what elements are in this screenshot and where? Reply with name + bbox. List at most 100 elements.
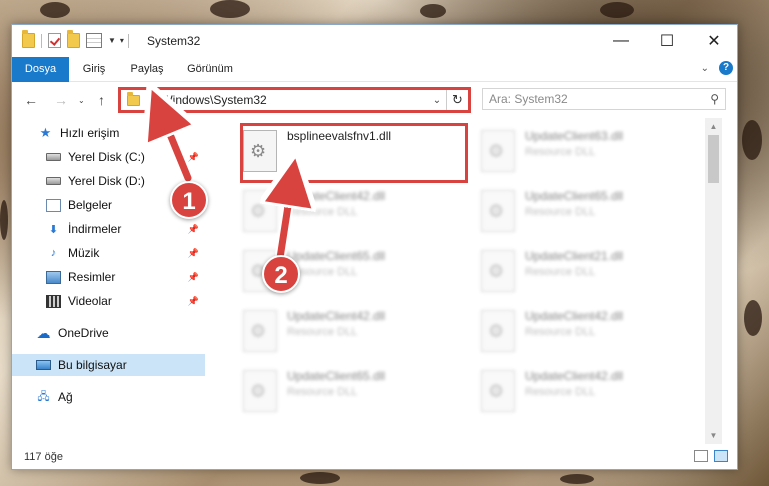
up-button[interactable]: ↑ <box>98 92 105 108</box>
sidebar-item-downloads[interactable]: ⬇ İndirmeler 📌 <box>12 218 205 240</box>
download-icon: ⬇ <box>48 223 59 236</box>
search-icon[interactable]: ⚲ <box>710 92 719 106</box>
status-bar: 117 öğe <box>12 444 737 470</box>
file-item[interactable]: UpdateClient42.dll Resource DLL <box>475 304 705 360</box>
sidebar-item-pictures[interactable]: Resimler 📌 <box>12 266 205 288</box>
computer-icon <box>36 360 51 370</box>
file-type: Resource DLL <box>525 386 596 398</box>
sidebar-item-label: Resimler <box>68 270 116 284</box>
explorer-window: ▼ ▾ System32 — ☐ ✕ Dosya Giriş Paylaş Gö… <box>11 24 738 470</box>
properties-check-icon[interactable] <box>48 33 61 48</box>
file-name: UpdateClient65.dll <box>525 189 624 203</box>
file-item[interactable]: UpdateClient42.dll Resource DLL <box>237 304 467 360</box>
file-name: UpdateClient42.dll <box>287 309 386 323</box>
ribbon-controls: ⌄ ? <box>701 61 733 75</box>
recent-locations-chevron-icon[interactable]: ⌄ <box>78 96 85 105</box>
sidebar-item-label: OneDrive <box>58 326 109 340</box>
sidebar-item-quick-access[interactable]: ★ Hızlı erişim <box>12 122 205 144</box>
help-icon[interactable]: ? <box>719 61 733 75</box>
file-item[interactable]: UpdateClient65.dll Resource DLL <box>237 364 467 420</box>
navigation-bar: ← → ⌄ ↑ C:\Windows\System32 ⌄ ↻ ⚲ <box>12 82 737 118</box>
close-button[interactable]: ✕ <box>691 25 737 57</box>
tiles-view-icon[interactable] <box>714 450 728 462</box>
tab-home[interactable]: Giriş <box>69 57 119 82</box>
sidebar-item-label: Yerel Disk (D:) <box>68 174 145 188</box>
file-name: UpdateClient65.dll <box>287 249 386 263</box>
dll-file-icon <box>481 310 515 352</box>
divider <box>41 33 42 48</box>
sidebar-item-network[interactable]: 🖧 Ağ <box>12 386 205 408</box>
item-count: 117 öğe <box>24 451 63 463</box>
vertical-scrollbar[interactable]: ▲ ▼ <box>705 118 722 444</box>
video-icon <box>46 294 61 308</box>
sidebar-item-label: İndirmeler <box>68 222 122 236</box>
search-input[interactable] <box>489 92 711 106</box>
file-name: UpdateClient42.dll <box>525 309 624 323</box>
background-spot <box>744 300 762 336</box>
background-spot <box>210 0 250 18</box>
chevron-down-icon[interactable]: ⌄ <box>428 95 446 106</box>
background-spot <box>40 2 70 18</box>
file-type: Resource DLL <box>287 386 358 398</box>
file-item[interactable]: UpdateClient21.dll Resource DLL <box>475 244 705 300</box>
navigation-pane: ★ Hızlı erişim Yerel Disk (C:) 📌 Yerel D… <box>12 118 205 444</box>
dll-file-icon <box>243 310 277 352</box>
background-spot <box>600 2 634 18</box>
address-path[interactable]: C:\Windows\System32 <box>146 93 428 107</box>
drive-icon <box>46 153 61 161</box>
pin-icon[interactable]: 📌 <box>188 296 199 307</box>
file-type: Resource DLL <box>287 266 358 278</box>
file-type: Resource DLL <box>525 146 596 158</box>
pictures-icon <box>46 270 61 284</box>
new-folder-icon[interactable] <box>67 30 80 48</box>
dll-file-icon <box>481 130 515 172</box>
chevron-down-icon[interactable]: ▼ <box>108 36 116 45</box>
file-name: UpdateClient65.dll <box>287 369 386 383</box>
sidebar-item-local-disk-c[interactable]: Yerel Disk (C:) 📌 <box>12 146 205 168</box>
details-view-icon[interactable] <box>694 450 708 462</box>
tab-view[interactable]: Görünüm <box>175 57 245 82</box>
pin-icon[interactable]: 📌 <box>188 152 199 163</box>
file-item[interactable]: UpdateClient63.dll Resource DLL <box>475 124 705 180</box>
sidebar-item-videos[interactable]: Videolar 📌 <box>12 290 205 312</box>
scroll-down-icon[interactable]: ▼ <box>705 427 722 444</box>
pin-icon[interactable]: 📌 <box>188 272 199 283</box>
background-spot <box>742 120 762 160</box>
chevron-down-icon[interactable]: ⌄ <box>701 63 709 74</box>
scroll-up-icon[interactable]: ▲ <box>705 118 722 135</box>
pin-icon[interactable]: 📌 <box>188 248 199 259</box>
file-item[interactable]: UpdateClient42.dll Resource DLL <box>475 364 705 420</box>
minimize-button[interactable]: — <box>598 25 644 57</box>
forward-button[interactable]: → <box>54 92 68 108</box>
sidebar-item-onedrive[interactable]: ☁ OneDrive <box>12 322 205 344</box>
file-item[interactable]: UpdateClient65.dll Resource DLL <box>475 184 705 240</box>
tab-share[interactable]: Paylaş <box>119 57 175 82</box>
document-icon <box>46 198 61 212</box>
customize-toolbar-icon[interactable] <box>86 33 102 48</box>
file-type: Resource DLL <box>287 206 358 218</box>
refresh-icon[interactable]: ↻ <box>446 90 468 110</box>
sidebar-item-this-pc[interactable]: Bu bilgisayar <box>12 354 205 376</box>
sidebar-item-music[interactable]: ♪ Müzik 📌 <box>12 242 205 264</box>
toolbar-menu-icon[interactable]: ▾ <box>120 36 124 45</box>
ribbon-tabs: Dosya Giriş Paylaş Görünüm ⌄ ? <box>12 57 737 82</box>
folder-icon <box>127 91 140 106</box>
dll-file-icon <box>481 190 515 232</box>
address-bar[interactable]: C:\Windows\System32 ⌄ ↻ <box>118 87 471 113</box>
file-item[interactable]: UpdateClient42.dll Resource DLL <box>237 184 467 240</box>
music-icon: ♪ <box>50 247 57 259</box>
background-spot <box>420 4 446 18</box>
scroll-thumb[interactable] <box>708 135 719 183</box>
divider <box>127 33 129 48</box>
file-name: UpdateClient42.dll <box>287 189 386 203</box>
file-type: Resource DLL <box>525 266 596 278</box>
back-button[interactable]: ← <box>24 92 38 108</box>
sidebar-item-label: Belgeler <box>68 198 113 212</box>
dll-file-icon <box>481 250 515 292</box>
tab-file[interactable]: Dosya <box>12 57 69 82</box>
dll-file-icon <box>481 370 515 412</box>
search-box[interactable]: ⚲ <box>482 88 726 110</box>
maximize-button[interactable]: ☐ <box>644 25 690 57</box>
drive-icon <box>46 177 61 185</box>
pin-icon[interactable]: 📌 <box>188 224 199 235</box>
